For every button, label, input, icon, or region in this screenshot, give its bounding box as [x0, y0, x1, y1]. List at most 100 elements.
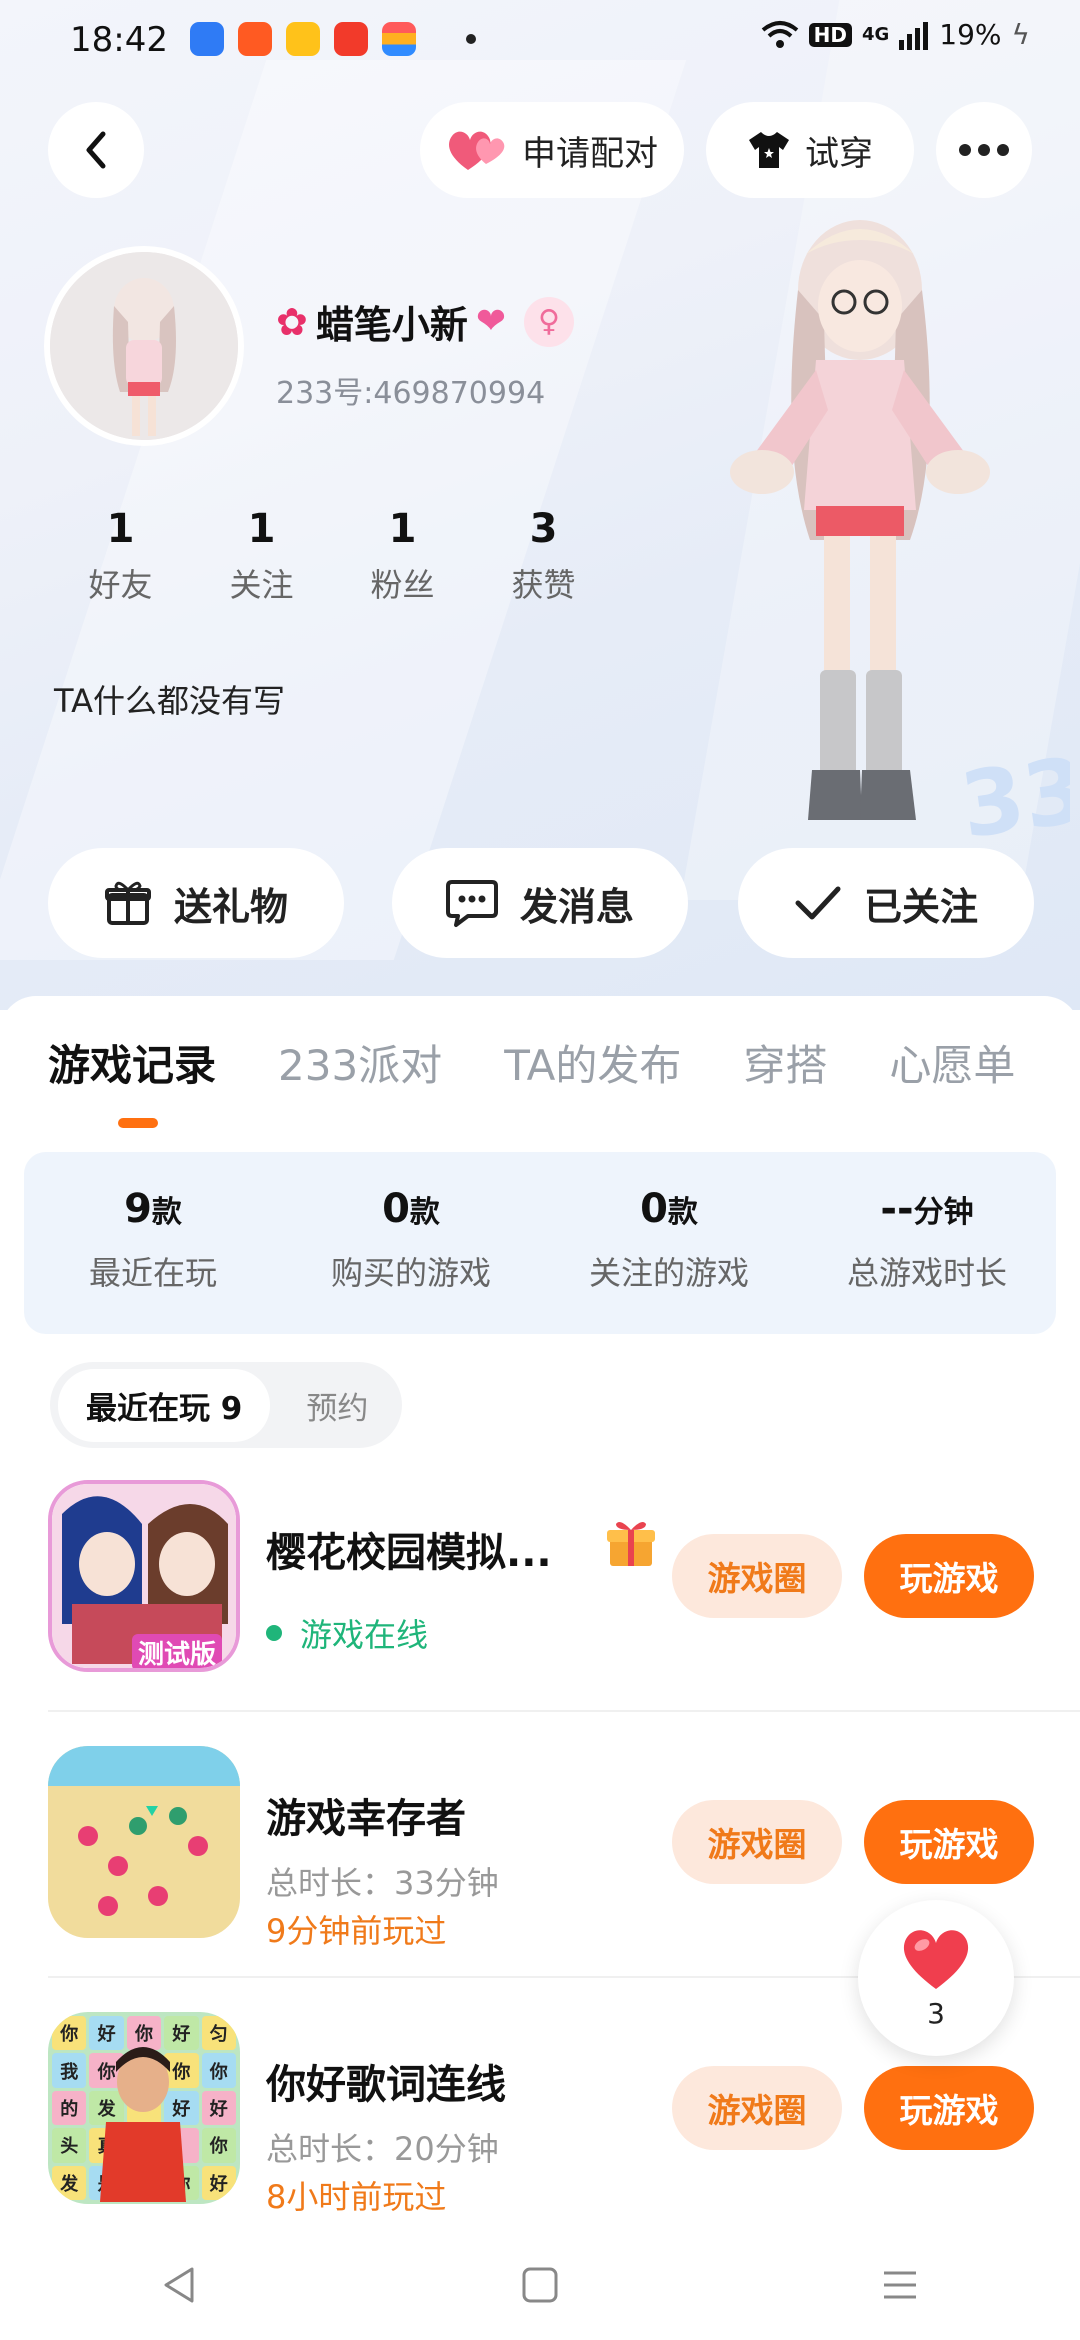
send-message-button[interactable]: 发消息 — [392, 848, 688, 958]
floating-like-button[interactable]: 3 — [858, 1900, 1014, 2056]
tab-233-party[interactable]: 233派对 — [278, 1032, 442, 1093]
summary-purchased[interactable]: 0款 购买的游戏 — [282, 1152, 540, 1334]
profile-stats: 1 好友 1 关注 1 粉丝 3 获赞 — [50, 506, 614, 606]
nav-menu-icon[interactable] — [878, 2263, 922, 2307]
chat-bubble-icon — [445, 880, 498, 927]
double-heart-icon — [449, 131, 505, 170]
back-arrow-icon — [86, 131, 106, 169]
system-nav-bar — [0, 2230, 1080, 2340]
summary-followed[interactable]: 0款 关注的游戏 — [540, 1152, 798, 1334]
lyrics-grid-cell: 匀 — [201, 2016, 236, 2051]
profile-tabs: 游戏记录 233派对 TA的发布 穿搭 心愿单 — [48, 1032, 1015, 1093]
status-bar: 18:42 HD 4G 19% ϟ — [0, 0, 1080, 80]
hearts-icon: ❤ — [475, 301, 507, 342]
more-dots-icon — [959, 144, 1009, 156]
233-watermark-icon: 33 — [960, 738, 1070, 859]
summary-value: -- — [880, 1186, 914, 1232]
stat-label: 粉丝 — [370, 566, 435, 604]
stat-label: 关注 — [229, 566, 294, 604]
game-title: 樱花校园模拟... — [266, 1530, 552, 1576]
nav-back-icon[interactable] — [158, 2263, 202, 2307]
summary-unit: 款 — [409, 1195, 440, 1230]
game-total-duration: 总时长：33分钟 — [266, 1864, 499, 1902]
send-gift-button[interactable]: 送礼物 — [48, 848, 344, 958]
tab-ta-posts[interactable]: TA的发布 — [504, 1032, 681, 1093]
content-panel: 游戏记录 233派对 TA的发布 穿搭 心愿单 9款 最近在玩 0款 购买的游戏… — [0, 996, 1080, 2340]
notification-dot-icon — [466, 34, 476, 44]
send-message-label: 发消息 — [519, 884, 634, 929]
stat-likes[interactable]: 3 获赞 — [473, 506, 614, 606]
lyrics-connect-game-icon: 你好你好匀我你你你的发好好头真你发是你好 — [48, 2012, 240, 2204]
game-online-status: 游戏在线 — [266, 1610, 428, 1656]
summary-label: 关注的游戏 — [588, 1254, 749, 1292]
summary-value: 0 — [382, 1186, 410, 1232]
play-game-button[interactable]: 玩游戏 — [864, 1800, 1034, 1884]
game-total-duration: 总时长：20分钟 — [266, 2130, 499, 2168]
nav-home-icon[interactable] — [518, 2263, 562, 2307]
summary-total-time[interactable]: --分钟 总游戏时长 — [798, 1152, 1056, 1334]
orange-app-icon — [238, 22, 272, 56]
stat-label: 获赞 — [511, 566, 576, 604]
game-circle-button[interactable]: 游戏圈 — [672, 2066, 842, 2150]
apply-pair-label: 申请配对 — [522, 133, 658, 174]
wallet-icon — [382, 22, 416, 56]
segment-recent-playing[interactable]: 最近在玩 9 — [58, 1368, 271, 1442]
lyrics-grid-cell: 我 — [52, 2053, 87, 2088]
game-last-played: 8小时前玩过 — [266, 2178, 447, 2216]
username: 蜡笔小新 — [315, 303, 468, 347]
lyrics-grid-cell: 好 — [201, 2090, 236, 2126]
summary-label: 总游戏时长 — [846, 1254, 1007, 1292]
followed-button[interactable]: 已关注 — [738, 848, 1034, 958]
game-circle-button[interactable]: 游戏圈 — [672, 1534, 842, 1618]
female-gender-icon: ♀ — [524, 296, 575, 347]
stat-number: 3 — [529, 506, 558, 552]
lyrics-grid-cell: 你 — [201, 2053, 236, 2088]
tab-wishlist[interactable]: 心愿单 — [889, 1032, 1015, 1093]
gift-icon — [104, 881, 151, 925]
avatar[interactable] — [44, 246, 244, 446]
stat-fans[interactable]: 1 粉丝 — [332, 506, 473, 606]
stat-label: 好友 — [88, 566, 153, 604]
more-options-button[interactable] — [936, 102, 1032, 198]
bio-text: TA什么都没有写 — [54, 682, 285, 720]
tab-outfits[interactable]: 穿搭 — [743, 1032, 827, 1093]
apply-pair-button[interactable]: 申请配对 — [420, 102, 684, 198]
try-on-button[interactable]: 试穿 — [706, 102, 914, 198]
game-summary: 9款 最近在玩 0款 购买的游戏 0款 关注的游戏 --分钟 总游戏时长 — [24, 1152, 1056, 1334]
play-game-button[interactable]: 玩游戏 — [864, 1534, 1034, 1618]
red-video-icon — [334, 22, 368, 56]
network-label: 4G — [861, 24, 890, 45]
battery-percent: 19% — [939, 18, 1002, 51]
lyrics-grid-cell: 的 — [52, 2090, 87, 2126]
checkmark-icon — [795, 886, 841, 920]
game-title: 你好歌词连线 — [266, 2062, 506, 2108]
tab-game-records[interactable]: 游戏记录 — [48, 1032, 216, 1093]
username-row: ✿ 蜡笔小新 ❤ ♀ — [276, 294, 575, 349]
sakura-school-game-icon: 测试版 — [48, 1480, 240, 1672]
segment-reserved[interactable]: 预约 — [280, 1369, 394, 1442]
tshirt-icon — [749, 132, 789, 168]
play-game-button[interactable]: 玩游戏 — [864, 2066, 1034, 2150]
stat-number: 1 — [247, 506, 276, 552]
stat-following[interactable]: 1 关注 — [191, 506, 332, 606]
summary-recent[interactable]: 9款 最近在玩 — [24, 1152, 282, 1334]
summary-value: 9 — [124, 1186, 152, 1232]
game-item-sakura[interactable]: 测试版 樱花校园模拟... 游戏在线 游戏圈 玩游戏 — [48, 1480, 1080, 1676]
heart-icon — [903, 1929, 969, 1989]
game-last-played: 9分钟前玩过 — [266, 1912, 447, 1950]
summary-label: 最近在玩 — [88, 1254, 217, 1292]
game-circle-button[interactable]: 游戏圈 — [672, 1800, 842, 1884]
wifi-icon — [761, 20, 798, 48]
stat-friends[interactable]: 1 好友 — [50, 506, 191, 606]
stat-number: 1 — [106, 506, 135, 552]
user-id[interactable]: 233号:469870994 — [276, 368, 545, 412]
lyrics-grid-cell: 好 — [201, 2165, 236, 2200]
test-version-badge: 测试版 — [132, 1634, 223, 1668]
list-divider — [48, 1710, 1080, 1712]
back-button[interactable] — [48, 102, 144, 198]
avatar-character-figure[interactable] — [720, 210, 1000, 840]
send-gift-label: 送礼物 — [173, 884, 288, 929]
game-title: 游戏幸存者 — [266, 1796, 466, 1842]
gift-box-icon[interactable] — [604, 1516, 658, 1570]
summary-label: 购买的游戏 — [330, 1254, 491, 1292]
